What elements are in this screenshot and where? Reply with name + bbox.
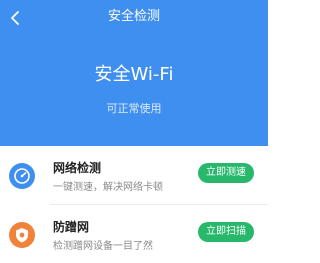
page-title: 安全检测 <box>107 9 160 24</box>
header: 安全检测 安全Wi-Fi 可正常使用 <box>0 0 268 146</box>
shield-scan-icon <box>9 222 35 248</box>
item-description: 一键测速，解决网络卡顿 <box>53 182 163 193</box>
list-item-anti-freeloading[interactable]: 防蹭网 检测蹭网设备一目了然 立即扫描 <box>0 205 268 263</box>
speedometer-icon <box>9 163 35 189</box>
tools-list: 网络检测 一键测速，解决网络卡顿 立即测速 防蹭网 检测蹭网设备一目了然 立即扫… <box>0 146 268 263</box>
scan-now-button[interactable]: 立即扫描 <box>198 222 254 242</box>
wifi-status-title: 安全Wi-Fi <box>94 64 174 85</box>
wifi-status-subtitle: 可正常使用 <box>106 102 162 115</box>
speed-test-button[interactable]: 立即测速 <box>198 163 254 183</box>
item-title: 防蹭网 <box>53 220 90 234</box>
item-title: 网络检测 <box>53 161 102 175</box>
list-item-network-check[interactable]: 网络检测 一键测速，解决网络卡顿 立即测速 <box>0 146 268 205</box>
item-description: 检测蹭网设备一目了然 <box>53 241 153 252</box>
